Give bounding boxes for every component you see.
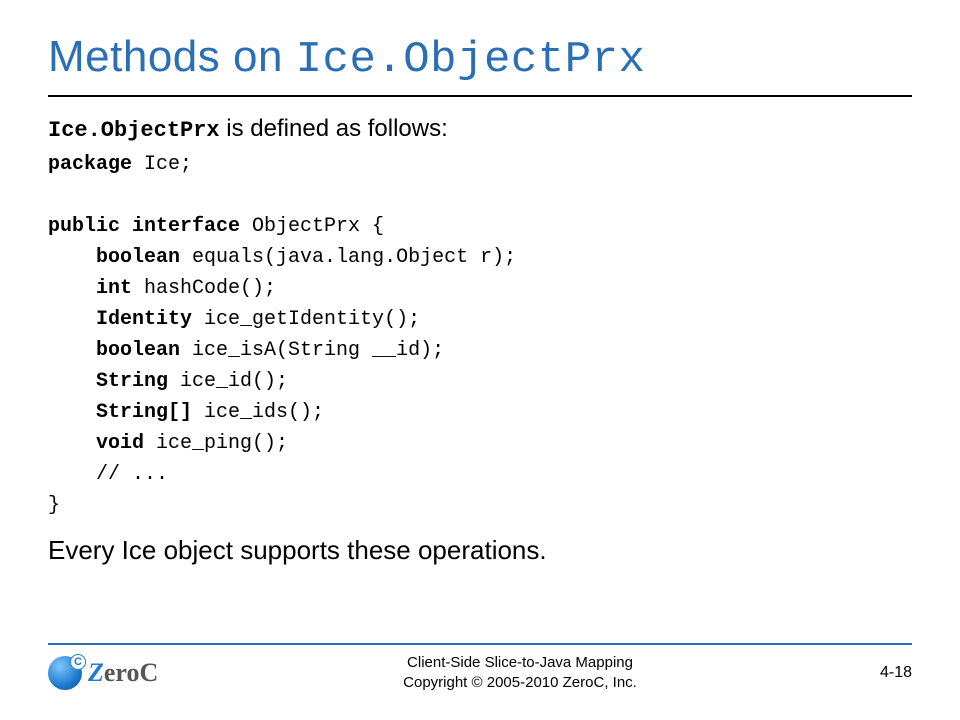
- slide: Methods on Ice.ObjectPrx Ice.ObjectPrx i…: [0, 0, 960, 720]
- code-kw: int: [48, 277, 132, 300]
- title-mono: Ice.ObjectPrx: [296, 35, 646, 85]
- code-kw: boolean: [48, 339, 180, 362]
- logo-rest: eroC: [104, 658, 158, 687]
- intro-mono: Ice.ObjectPrx: [48, 118, 220, 143]
- code-kw: Identity: [48, 308, 192, 331]
- title-rule: [48, 95, 912, 97]
- code-text: ObjectPrx {: [240, 215, 384, 238]
- code-kw: String[]: [48, 401, 192, 424]
- footer-center: Client-Side Slice-to-Java Mapping Copyri…: [188, 653, 852, 692]
- code-kw: package: [48, 153, 132, 176]
- title-text: Methods on: [48, 32, 296, 81]
- footer-rule: [48, 643, 912, 645]
- code-kw: boolean: [48, 246, 180, 269]
- logo: ZeroC: [48, 656, 188, 690]
- code-text: }: [48, 494, 60, 517]
- footer-line2: Copyright © 2005-2010 ZeroC, Inc.: [188, 673, 852, 693]
- logo-z: Z: [88, 658, 104, 687]
- slide-title: Methods on Ice.ObjectPrx: [48, 32, 912, 91]
- code-text: ice_ping();: [144, 432, 288, 455]
- outro-line: Every Ice object supports these operatio…: [48, 535, 912, 566]
- code-text: Ice;: [132, 153, 192, 176]
- code-block: package Ice; public interface ObjectPrx …: [48, 149, 912, 521]
- footer-row: ZeroC Client-Side Slice-to-Java Mapping …: [48, 653, 912, 692]
- code-kw: String: [48, 370, 168, 393]
- code-text: ice_getIdentity();: [192, 308, 420, 331]
- code-text: ice_isA(String __id);: [180, 339, 444, 362]
- logo-icon: [48, 656, 82, 690]
- footer-line1: Client-Side Slice-to-Java Mapping: [188, 653, 852, 673]
- code-kw: void: [48, 432, 144, 455]
- code-text: // ...: [48, 463, 168, 486]
- code-text: hashCode();: [132, 277, 276, 300]
- code-text: equals(java.lang.Object r);: [180, 246, 516, 269]
- code-kw: public interface: [48, 215, 240, 238]
- code-text: ice_id();: [168, 370, 288, 393]
- footer: ZeroC Client-Side Slice-to-Java Mapping …: [48, 643, 912, 692]
- intro-line: Ice.ObjectPrx is defined as follows:: [48, 115, 912, 143]
- logo-text: ZeroC: [88, 658, 158, 688]
- page-number: 4-18: [852, 664, 912, 682]
- code-text: ice_ids();: [192, 401, 324, 424]
- intro-rest: is defined as follows:: [220, 115, 448, 142]
